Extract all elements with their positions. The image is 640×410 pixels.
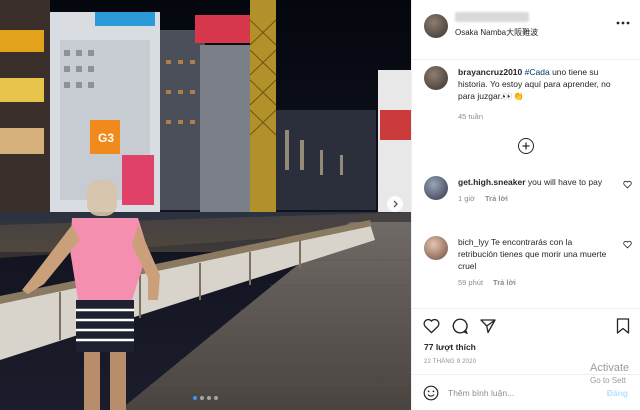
comment-avatar[interactable] — [424, 176, 448, 200]
bookmark-icon — [616, 318, 630, 334]
caption-avatar[interactable] — [424, 66, 448, 90]
share-icon[interactable] — [480, 318, 496, 334]
carousel-dot — [193, 396, 197, 400]
post-date[interactable]: 22 THÁNG 9 2020 — [424, 359, 476, 365]
caption: brayancruz2010 #Cada uno tiene su histor… — [424, 66, 629, 121]
like-comment-heart-icon[interactable] — [623, 180, 632, 189]
comment-icon[interactable] — [452, 318, 468, 334]
windows-activation-watermark: Activate Go to Sett — [590, 362, 640, 385]
caption-hashtag[interactable]: #Cada — [525, 67, 550, 77]
carousel-dot — [200, 396, 204, 400]
comment-time[interactable]: 1 giờ — [458, 194, 475, 203]
save-button[interactable] — [616, 318, 630, 334]
likes-count[interactable]: 77 lượt thích — [424, 342, 476, 352]
comment-text: get.high.sneaker you will have to pay — [458, 176, 608, 188]
plus-circle-icon — [522, 142, 530, 150]
carousel-next-button[interactable] — [387, 196, 403, 212]
comment-input[interactable] — [448, 384, 568, 402]
reply-button[interactable]: Trả lời — [485, 194, 508, 203]
comments-section: brayancruz2010 #Cada uno tiene su histor… — [412, 60, 640, 308]
comment-item: bich_lyy Te encontrarás con la retribuci… — [424, 236, 634, 287]
reply-button[interactable]: Trả lời — [493, 278, 516, 287]
photo-scene: G3 — [0, 0, 411, 410]
more-horizontal-icon — [616, 21, 630, 25]
post-details-panel: Osaka Namba大阪難波 brayancruz2010 #Cada uno… — [411, 0, 640, 410]
post-header: Osaka Namba大阪難波 — [412, 0, 640, 60]
caption-username[interactable]: brayancruz2010 — [458, 67, 522, 77]
action-icons — [423, 318, 496, 334]
load-more-comments-button[interactable] — [518, 138, 534, 154]
chevron-right-icon — [393, 200, 398, 208]
post-comment-button[interactable]: Đăng — [607, 388, 628, 398]
more-options-button[interactable] — [616, 14, 630, 28]
caption-text: brayancruz2010 #Cada uno tiene su histor… — [458, 66, 629, 102]
author-username-redacted[interactable] — [455, 12, 529, 22]
watermark-line2: Go to Sett — [590, 376, 627, 385]
comment-time[interactable]: 59 phút — [458, 278, 483, 287]
emoji-icon[interactable] — [423, 385, 439, 401]
comment-body: you will have to pay — [525, 177, 603, 187]
comment-meta: 59 phút Trả lời — [458, 278, 634, 287]
comment-item: get.high.sneaker you will have to pay 1 … — [424, 176, 634, 203]
comment-meta: 1 giờ Trả lời — [458, 194, 634, 203]
heart-icon[interactable] — [423, 318, 440, 334]
comment-username[interactable]: get.high.sneaker — [458, 177, 526, 187]
caption-time[interactable]: 45 tuần — [458, 112, 629, 121]
carousel-indicator — [0, 396, 411, 400]
like-comment-heart-icon[interactable] — [623, 240, 632, 249]
watermark-line1: Activate — [590, 362, 630, 374]
comment-avatar[interactable] — [424, 236, 448, 260]
comment-username[interactable]: bich_lyy — [458, 237, 489, 247]
post-photo[interactable]: G3 — [0, 0, 411, 410]
carousel-dot — [207, 396, 211, 400]
author-avatar[interactable] — [424, 14, 448, 38]
carousel-dot — [214, 396, 218, 400]
location-link[interactable]: Osaka Namba大阪難波 — [455, 27, 538, 38]
comment-text: bich_lyy Te encontrarás con la retribuci… — [458, 236, 608, 272]
g3-sign: G3 — [98, 131, 114, 145]
